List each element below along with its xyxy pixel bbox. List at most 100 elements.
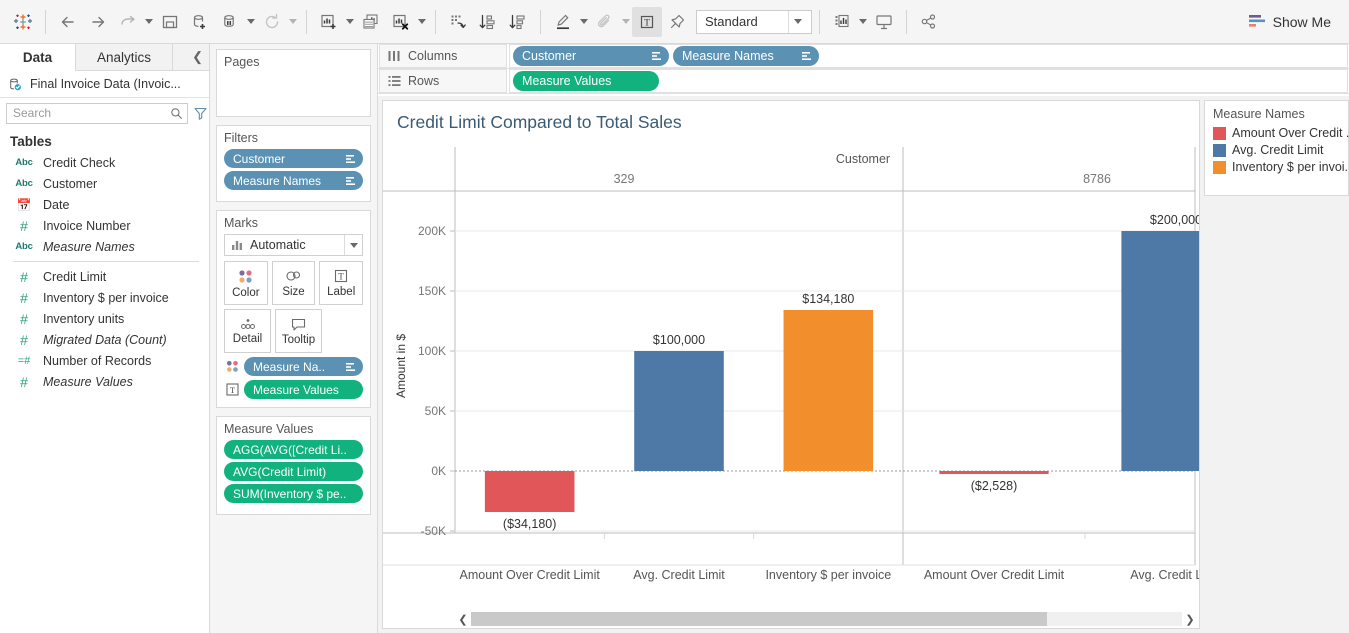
chevron-down-icon[interactable] <box>344 235 362 255</box>
bar <box>484 471 575 513</box>
show-me-button[interactable]: Show Me <box>1238 7 1341 37</box>
search-input[interactable] <box>11 105 170 121</box>
field-migrated-data-count[interactable]: # Migrated Data (Count) <box>0 329 209 350</box>
color-button[interactable]: Color <box>224 261 268 305</box>
filter-pill-icon[interactable] <box>799 51 813 61</box>
svg-text:100K: 100K <box>418 344 446 358</box>
color-dots-icon[interactable] <box>224 359 240 374</box>
field-date[interactable]: 📅 Date <box>0 194 209 215</box>
show-hide-cards-button[interactable] <box>827 7 857 37</box>
legend-item-avg-credit-limit[interactable]: Avg. Credit Limit <box>1213 143 1348 157</box>
new-worksheet-button[interactable] <box>314 7 344 37</box>
field-group-divider <box>13 261 199 262</box>
label-button[interactable]: T Label <box>319 261 364 305</box>
share-workbook-button[interactable] <box>914 7 944 37</box>
search-input-wrapper[interactable] <box>6 102 188 124</box>
svg-text:Avg. Credit Limit: Avg. Credit Limit <box>633 568 725 582</box>
refresh-button[interactable] <box>257 7 287 37</box>
detail-button[interactable]: Detail <box>224 309 271 353</box>
presentation-mode-button[interactable] <box>869 7 899 37</box>
scroll-left-button[interactable]: ❮ <box>455 611 471 627</box>
refresh-caret-icon[interactable] <box>287 7 299 37</box>
svg-text:329: 329 <box>614 172 635 186</box>
undo-redo-button[interactable] <box>113 7 143 37</box>
toolbar-divider <box>540 9 541 34</box>
measure-value-pill-avg-credit-limit[interactable]: AVG(Credit Limit) <box>224 462 363 481</box>
measure-values-card: Measure Values AGG(AVG([Credit Li.. AVG(… <box>216 416 371 515</box>
pause-caret-icon[interactable] <box>245 7 257 37</box>
legend-item-inventory-per-invoice[interactable]: Inventory $ per invoi... <box>1213 160 1349 174</box>
legend-item-amount-over-credit-limit[interactable]: Amount Over Credit ... <box>1213 126 1349 140</box>
rows-shelf-dropzone[interactable]: Measure Values <box>509 69 1348 93</box>
bar <box>783 309 874 471</box>
svg-text:Amount Over Credit Limit: Amount Over Credit Limit <box>460 568 601 582</box>
field-invoice-number[interactable]: # Invoice Number <box>0 215 209 236</box>
bar-chart[interactable]: Customer 329 8786 -50K 0K 50K 100K 150K 200K Amou… <box>383 145 1199 626</box>
encoding-pill-measure-values[interactable]: Measure Values <box>244 380 363 399</box>
forward-button[interactable] <box>83 7 113 37</box>
field-measure-names[interactable]: Abc Measure Names <box>0 236 209 257</box>
mark-type-select[interactable]: Automatic <box>224 234 363 256</box>
size-button[interactable]: Size <box>271 261 316 305</box>
new-worksheet-caret-icon[interactable] <box>344 7 356 37</box>
text-label-icon[interactable]: T <box>224 382 240 397</box>
column-pill-measure-names[interactable]: Measure Names <box>673 46 819 66</box>
pause-auto-update-button[interactable] <box>215 7 245 37</box>
highlighter-icon[interactable] <box>548 7 578 37</box>
column-pill-customer[interactable]: Customer <box>513 46 669 66</box>
field-credit-check[interactable]: Abc Credit Check <box>0 152 209 173</box>
filter-pill-measure-names[interactable]: Measure Names <box>224 171 363 190</box>
filter-pill-icon[interactable] <box>343 362 357 372</box>
filter-pill-customer[interactable]: Customer <box>224 149 363 168</box>
filter-pill-icon[interactable] <box>343 154 357 164</box>
page-title: Credit Limit Compared to Total Sales <box>397 112 682 132</box>
pill-label: AGG(AVG([Credit Li.. <box>233 442 347 457</box>
paperclip-icon[interactable] <box>590 7 620 37</box>
funnel-icon[interactable] <box>193 103 208 123</box>
pill-label: AVG(Credit Limit) <box>233 464 327 479</box>
clear-sheet-button[interactable] <box>386 7 416 37</box>
sort-descending-button[interactable] <box>503 7 533 37</box>
field-number-of-records[interactable]: =# Number of Records <box>0 350 209 371</box>
field-customer[interactable]: Abc Customer <box>0 173 209 194</box>
scrollbar-thumb[interactable] <box>471 612 1047 626</box>
cards-caret-icon[interactable] <box>857 7 869 37</box>
back-button[interactable] <box>53 7 83 37</box>
measure-value-pill-agg-avg-credit-limit[interactable]: AGG(AVG([Credit Li.. <box>224 440 363 459</box>
sort-ascending-button[interactable] <box>473 7 503 37</box>
fit-select[interactable]: Standard <box>696 9 812 34</box>
filter-pill-icon[interactable] <box>649 51 663 61</box>
tableau-logo-icon[interactable] <box>8 7 38 37</box>
columns-shelf-dropzone[interactable]: Customer Measure Names <box>509 44 1348 68</box>
pushpin-icon[interactable] <box>662 7 692 37</box>
clear-sheet-caret-icon[interactable] <box>416 7 428 37</box>
scrollbar-track[interactable] <box>471 612 1182 626</box>
undo-redo-caret-icon[interactable] <box>143 7 155 37</box>
field-credit-limit[interactable]: # Credit Limit <box>0 266 209 287</box>
datasource-item[interactable]: Final Invoice Data (Invoic... <box>0 71 209 98</box>
chevron-left-icon[interactable]: ❮ <box>192 49 203 65</box>
filter-pill-icon[interactable] <box>343 176 357 186</box>
svg-text:8786: 8786 <box>1083 172 1111 186</box>
scroll-right-button[interactable]: ❯ <box>1182 611 1198 627</box>
measure-value-pill-sum-inventory[interactable]: SUM(Inventory $ pe.. <box>224 484 363 503</box>
new-data-source-button[interactable] <box>185 7 215 37</box>
color-dots-icon <box>237 268 254 285</box>
chevron-down-icon[interactable] <box>789 19 807 24</box>
field-inventory-dollar-per-invoice[interactable]: # Inventory $ per invoice <box>0 287 209 308</box>
tooltip-button[interactable]: Tooltip <box>275 309 322 353</box>
row-pill-measure-values[interactable]: Measure Values <box>513 71 659 91</box>
show-mark-labels-button[interactable]: T <box>632 6 662 37</box>
encoding-pill-measure-names[interactable]: Measure Na.. <box>244 357 363 376</box>
group-caret-icon[interactable] <box>620 7 632 37</box>
horizontal-scrollbar[interactable]: ❮ ❯ <box>455 611 1198 627</box>
field-inventory-units[interactable]: # Inventory units <box>0 308 209 329</box>
save-button[interactable] <box>155 7 185 37</box>
tab-analytics[interactable]: Analytics <box>75 44 173 71</box>
tab-data[interactable]: Data <box>0 44 75 71</box>
pill-label: Measure Names <box>682 49 774 63</box>
swap-rows-columns-button[interactable] <box>443 7 473 37</box>
field-measure-values[interactable]: # Measure Values <box>0 371 209 392</box>
duplicate-sheet-button[interactable] <box>356 7 386 37</box>
highlight-caret-icon[interactable] <box>578 7 590 37</box>
